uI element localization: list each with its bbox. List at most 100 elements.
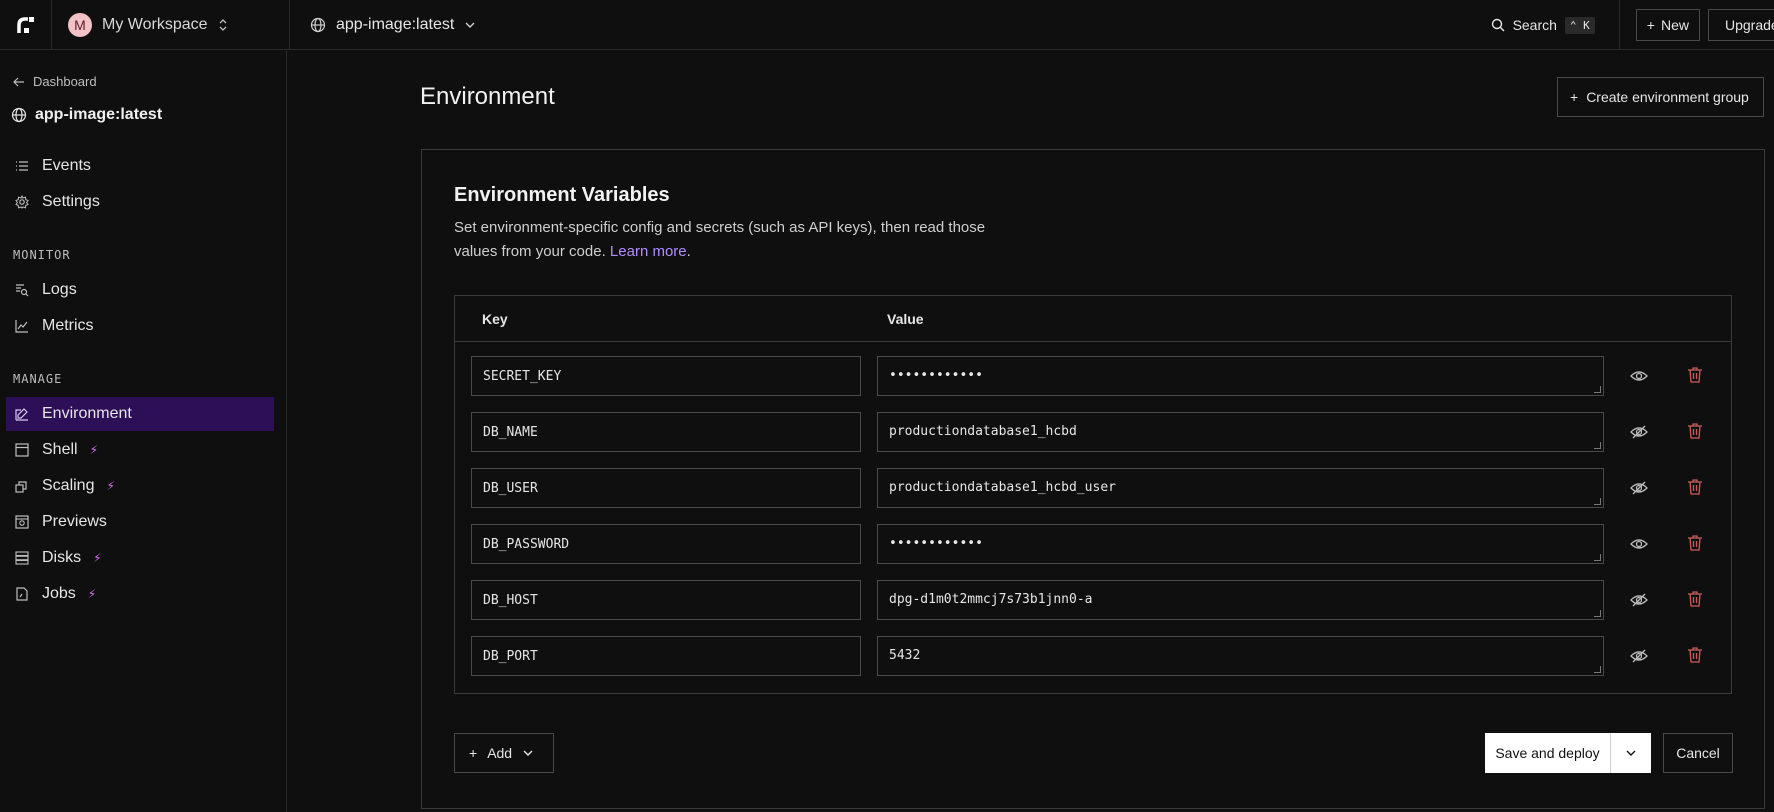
sidebar-item-label: Environment xyxy=(42,405,132,422)
table-row: DB_PORT 5432 xyxy=(455,636,1731,678)
sidebar-item-scaling[interactable]: Scaling ⚡ xyxy=(6,469,274,503)
save-and-deploy-button[interactable]: Save and deploy xyxy=(1485,733,1611,773)
lightning-icon: ⚡ xyxy=(89,443,99,457)
back-label: Dashboard xyxy=(33,74,97,89)
table-header: Key Value xyxy=(455,296,1731,342)
search-button[interactable]: Search ⌃ K xyxy=(1491,0,1620,50)
shell-icon xyxy=(14,442,30,458)
eye-icon[interactable] xyxy=(1630,535,1648,553)
sidebar-item-jobs[interactable]: Jobs ⚡ xyxy=(6,577,274,611)
globe-icon xyxy=(310,17,326,32)
sidebar-item-label: Settings xyxy=(42,193,100,210)
sidebar-item-label: Scaling xyxy=(42,477,95,494)
key-input[interactable]: DB_PORT xyxy=(471,636,861,676)
new-label: New xyxy=(1660,17,1689,33)
trash-icon[interactable] xyxy=(1687,646,1703,664)
save-button-group: Save and deploy xyxy=(1485,733,1651,773)
learn-more-link[interactable]: Learn more xyxy=(610,243,687,260)
sidebar-item-label: Metrics xyxy=(42,317,94,334)
resize-handle[interactable] xyxy=(1594,386,1601,393)
main-content: Environment + Create environment group E… xyxy=(288,51,1774,812)
sidebar-item-settings[interactable]: Settings xyxy=(6,185,274,219)
sidebar-item-logs[interactable]: Logs xyxy=(6,273,274,307)
resize-handle[interactable] xyxy=(1594,498,1601,505)
value-input[interactable]: •••••••••••• xyxy=(877,356,1604,396)
trash-icon[interactable] xyxy=(1687,534,1703,552)
resize-handle[interactable] xyxy=(1594,666,1601,673)
resize-handle[interactable] xyxy=(1594,610,1601,617)
page-title: Environment xyxy=(420,83,555,110)
sidebar-item-environment[interactable]: Environment xyxy=(6,397,274,431)
top-bar: M My Workspace app-image:latest Search ⌃… xyxy=(0,0,1774,50)
key-input[interactable]: DB_PASSWORD xyxy=(471,524,861,564)
sidebar-item-previews[interactable]: Previews xyxy=(6,505,274,539)
plus-icon: + xyxy=(469,745,478,761)
environment-icon xyxy=(14,406,30,422)
value-text: dpg-d1m0t2mmcj7s73b1jnn0-a xyxy=(889,592,1093,607)
value-text: 5432 xyxy=(889,648,921,663)
trash-icon[interactable] xyxy=(1687,590,1703,608)
col-value-header: Value xyxy=(887,311,924,327)
lightning-icon: ⚡ xyxy=(87,587,97,601)
eye-off-icon[interactable] xyxy=(1630,479,1648,497)
trash-icon[interactable] xyxy=(1687,478,1703,496)
sidebar-item-label: Shell xyxy=(42,441,78,458)
scaling-icon xyxy=(14,478,30,494)
value-input[interactable]: dpg-d1m0t2mmcj7s73b1jnn0-a xyxy=(877,580,1604,620)
sidebar-item-disks[interactable]: Disks ⚡ xyxy=(6,541,274,575)
key-input[interactable]: DB_NAME xyxy=(471,412,861,452)
sidebar-item-metrics[interactable]: Metrics xyxy=(6,309,274,343)
create-environment-group-button[interactable]: + Create environment group xyxy=(1557,77,1764,117)
eye-icon[interactable] xyxy=(1630,367,1648,385)
cancel-button[interactable]: Cancel xyxy=(1663,733,1733,773)
sidebar-item-label: Jobs xyxy=(42,585,76,602)
sidebar-item-label: Logs xyxy=(42,281,77,298)
eye-off-icon[interactable] xyxy=(1630,591,1648,609)
key-input[interactable]: SECRET_KEY xyxy=(471,356,861,396)
search-shortcut: ⌃ K xyxy=(1564,16,1595,34)
resize-handle[interactable] xyxy=(1594,442,1601,449)
upgrade-button[interactable]: Upgrade xyxy=(1708,9,1774,41)
key-input[interactable]: DB_HOST xyxy=(471,580,861,620)
render-logo[interactable] xyxy=(0,0,52,50)
metrics-icon xyxy=(14,318,30,334)
card-description: Set environment-specific config and secr… xyxy=(454,216,1014,264)
list-icon xyxy=(14,158,30,174)
table-row: DB_NAME productiondatabase1_hcbd xyxy=(455,412,1731,454)
description-text: Set environment-specific config and secr… xyxy=(454,219,986,260)
trash-icon[interactable] xyxy=(1687,366,1703,384)
value-input[interactable]: productiondatabase1_hcbd xyxy=(877,412,1604,452)
back-to-dashboard[interactable]: Dashboard xyxy=(13,74,97,89)
new-button[interactable]: + New xyxy=(1635,9,1700,41)
eye-off-icon[interactable] xyxy=(1630,423,1648,441)
sidebar-item-label: Events xyxy=(42,157,91,174)
chevron-down-icon xyxy=(1626,750,1636,756)
service-switcher[interactable]: app-image:latest xyxy=(290,0,496,50)
resize-handle[interactable] xyxy=(1594,554,1601,561)
table-row: DB_USER productiondatabase1_hcbd_user xyxy=(455,468,1731,510)
add-variable-button[interactable]: + Add xyxy=(454,733,554,773)
add-label: Add xyxy=(487,745,513,761)
trash-icon[interactable] xyxy=(1687,422,1703,440)
sidebar-item-shell[interactable]: Shell ⚡ xyxy=(6,433,274,467)
save-options-dropdown[interactable] xyxy=(1611,733,1651,773)
globe-icon xyxy=(11,107,27,123)
manage-heading: MANAGE xyxy=(13,372,63,386)
value-input[interactable]: 5432 xyxy=(877,636,1604,676)
key-input[interactable]: DB_USER xyxy=(471,468,861,508)
value-input[interactable]: productiondatabase1_hcbd_user xyxy=(877,468,1604,508)
sidebar-item-events[interactable]: Events xyxy=(6,149,274,183)
table-row: DB_HOST dpg-d1m0t2mmcj7s73b1jnn0-a xyxy=(455,580,1731,622)
col-key-header: Key xyxy=(482,311,508,327)
jobs-icon xyxy=(14,586,30,602)
table-row: DB_PASSWORD •••••••••••• xyxy=(455,524,1731,566)
workspace-name: My Workspace xyxy=(102,15,208,33)
workspace-switcher[interactable]: M My Workspace xyxy=(52,0,290,50)
value-input[interactable]: •••••••••••• xyxy=(877,524,1604,564)
plus-icon: + xyxy=(1646,17,1655,33)
table-row: SECRET_KEY •••••••••••• xyxy=(455,356,1731,398)
chevron-down-icon xyxy=(465,22,475,28)
search-icon xyxy=(1491,18,1505,32)
logo-icon xyxy=(16,16,34,33)
eye-off-icon[interactable] xyxy=(1630,647,1648,665)
